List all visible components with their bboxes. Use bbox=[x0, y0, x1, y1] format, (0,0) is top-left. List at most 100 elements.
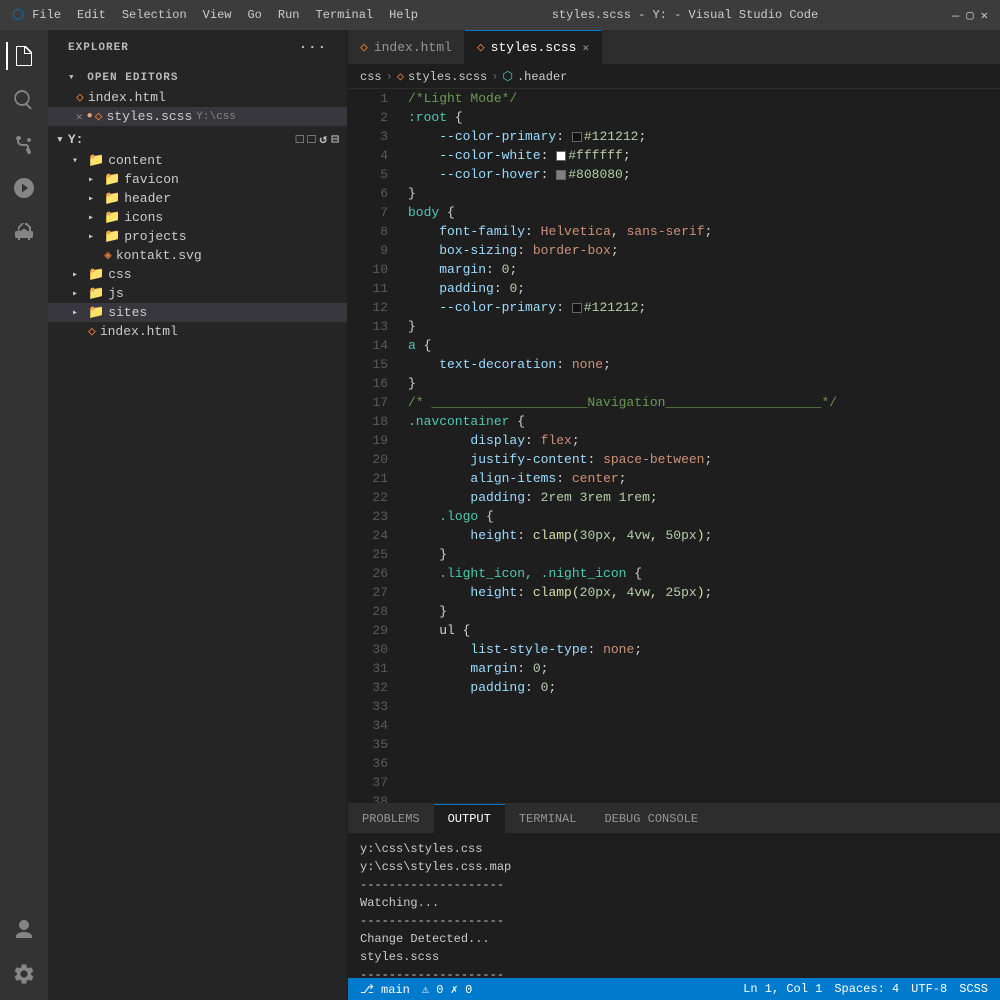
activity-bar bbox=[0, 30, 48, 1000]
line-number-12: 12 bbox=[356, 298, 388, 317]
header-folder[interactable]: 📁 header bbox=[48, 189, 347, 208]
menu-file[interactable]: File bbox=[32, 8, 61, 22]
header-folder-icon: 📁 bbox=[104, 191, 120, 206]
favicon-folder-label: favicon bbox=[124, 172, 179, 187]
line-number-6: 6 bbox=[356, 184, 388, 203]
y-header-actions: □ □ ↺ ⊟ bbox=[296, 132, 339, 147]
content-folder-arrow bbox=[72, 155, 88, 167]
kontakt-svg-file[interactable]: ◈ kontakt.svg bbox=[48, 246, 347, 265]
icons-folder[interactable]: 📁 icons bbox=[48, 208, 347, 227]
line-number-5: 5 bbox=[356, 165, 388, 184]
content-folder-label: content bbox=[108, 153, 163, 168]
panel-tab-terminal[interactable]: TERMINAL bbox=[505, 804, 591, 833]
collapse-icon[interactable]: ⊟ bbox=[331, 132, 339, 147]
line-number-15: 15 bbox=[356, 355, 388, 374]
menu-selection[interactable]: Selection bbox=[122, 8, 187, 22]
line-number-25: 25 bbox=[356, 545, 388, 564]
title-bar-left: ⬡ File Edit Selection View Go Run Terminal Help bbox=[12, 7, 418, 24]
explorer-icon[interactable] bbox=[6, 38, 42, 74]
y-folder-label: Y: bbox=[68, 132, 84, 147]
open-editors-header[interactable]: Open Editors bbox=[48, 66, 347, 88]
code-line-13: --color-primary: #121212; bbox=[408, 298, 988, 317]
code-line-24: align-items: center; bbox=[408, 469, 988, 488]
vscode-icon: ⬡ bbox=[12, 7, 24, 24]
css-folder[interactable]: 📁 css bbox=[48, 265, 347, 284]
menu-go[interactable]: Go bbox=[247, 8, 261, 22]
menu-edit[interactable]: Edit bbox=[77, 8, 106, 22]
projects-folder-label: projects bbox=[124, 229, 186, 244]
panel-tab-output[interactable]: OUTPUT bbox=[434, 804, 505, 833]
status-lang[interactable]: SCSS bbox=[959, 982, 988, 996]
favicon-folder[interactable]: 📁 favicon bbox=[48, 170, 347, 189]
dirty-indicator: ● bbox=[87, 111, 93, 122]
window-title: styles.scss - Y: - Visual Studio Code bbox=[552, 8, 818, 22]
code-line-6: } bbox=[408, 184, 988, 203]
status-spaces[interactable]: Spaces: 4 bbox=[834, 982, 899, 996]
activity-bar-bottom bbox=[6, 912, 42, 1000]
content-folder[interactable]: 📁 content bbox=[48, 151, 347, 170]
sidebar-header: Explorer ··· bbox=[48, 30, 347, 66]
line-number-31: 31 bbox=[356, 659, 388, 678]
account-icon[interactable] bbox=[6, 912, 42, 948]
panel-tabs: PROBLEMS OUTPUT TERMINAL DEBUG CONSOLE bbox=[348, 804, 1000, 834]
open-editor-index-html[interactable]: ◇ index.html bbox=[48, 88, 347, 107]
code-editor[interactable]: 1234567891011121314151617181920212223242… bbox=[348, 89, 1000, 803]
tab-styles-scss[interactable]: ◇ styles.scss ✕ bbox=[465, 30, 602, 64]
js-folder[interactable]: 📁 js bbox=[48, 284, 347, 303]
panel-tab-debug[interactable]: DEBUG CONSOLE bbox=[590, 804, 712, 833]
menu-view[interactable]: View bbox=[203, 8, 232, 22]
status-errors[interactable]: ⚠ 0 ✗ 0 bbox=[422, 982, 472, 997]
source-control-icon[interactable] bbox=[6, 126, 42, 162]
line-number-32: 32 bbox=[356, 678, 388, 697]
open-editor-styles-scss[interactable]: ✕ ● ◇ styles.scss Y:\css bbox=[48, 107, 347, 126]
code-line-1: /*Light Mode*/ bbox=[408, 89, 988, 108]
ellipsis-icon[interactable]: ··· bbox=[299, 40, 327, 56]
icons-folder-label: icons bbox=[124, 210, 163, 225]
tab-index-html[interactable]: ◇ index.html bbox=[348, 30, 465, 64]
status-right: Ln 1, Col 1 Spaces: 4 UTF-8 SCSS bbox=[743, 982, 988, 996]
breadcrumb-scss: ◇ bbox=[397, 69, 404, 84]
html-file-icon: ◇ bbox=[76, 90, 84, 105]
code-line-17: text-decoration: none; bbox=[408, 355, 988, 374]
y-folder-header[interactable]: Y: □ □ ↺ ⊟ bbox=[48, 128, 347, 151]
title-bar: ⬡ File Edit Selection View Go Run Terminal Help… bbox=[0, 0, 1000, 30]
code-line-22: display: flex; bbox=[408, 431, 988, 450]
run-debug-icon[interactable] bbox=[6, 170, 42, 206]
index-html-file[interactable]: ◇ index.html bbox=[48, 322, 347, 341]
menu-help[interactable]: Help bbox=[389, 8, 418, 22]
panel-line: Change Detected... bbox=[360, 930, 988, 948]
menu-terminal[interactable]: Terminal bbox=[316, 8, 374, 22]
line-number-11: 11 bbox=[356, 279, 388, 298]
menu-run[interactable]: Run bbox=[278, 8, 300, 22]
y-folder-header-left: Y: bbox=[56, 132, 83, 147]
index-html-label: index.html bbox=[100, 324, 178, 339]
projects-folder[interactable]: 📁 projects bbox=[48, 227, 347, 246]
sidebar: Explorer ··· Open Editors ◇ index.html ✕… bbox=[48, 30, 348, 1000]
sites-folder[interactable]: 📁 sites bbox=[48, 303, 347, 322]
status-encoding[interactable]: UTF-8 bbox=[911, 982, 947, 996]
status-branch[interactable]: ⎇ main bbox=[360, 982, 410, 997]
line-number-34: 34 bbox=[356, 716, 388, 735]
code-line-35: ul { bbox=[408, 621, 988, 640]
search-icon[interactable] bbox=[6, 82, 42, 118]
new-folder-icon[interactable]: □ bbox=[308, 132, 316, 147]
line-number-16: 16 bbox=[356, 374, 388, 393]
tab-scss-close[interactable]: ✕ bbox=[583, 41, 590, 55]
code-line-10: box-sizing: border-box; bbox=[408, 241, 988, 260]
settings-icon[interactable] bbox=[6, 956, 42, 992]
js-folder-icon: 📁 bbox=[88, 286, 104, 301]
line-number-23: 23 bbox=[356, 507, 388, 526]
new-file-icon[interactable]: □ bbox=[296, 132, 304, 147]
code-content[interactable]: /*Light Mode*/:root { --color-primary: #… bbox=[396, 89, 1000, 803]
panel-tab-problems[interactable]: PROBLEMS bbox=[348, 804, 434, 833]
code-line-2: :root { bbox=[408, 108, 988, 127]
projects-folder-icon: 📁 bbox=[104, 229, 120, 244]
code-lines: 1234567891011121314151617181920212223242… bbox=[348, 89, 1000, 803]
panel-line: -------------------- bbox=[360, 966, 988, 978]
close-tab-icon[interactable]: ✕ bbox=[76, 110, 83, 124]
window-controls: — ▢ ✕ bbox=[952, 8, 988, 23]
extensions-icon[interactable] bbox=[6, 214, 42, 250]
refresh-icon[interactable]: ↺ bbox=[319, 132, 327, 147]
line-number-18: 18 bbox=[356, 412, 388, 431]
status-ln-col[interactable]: Ln 1, Col 1 bbox=[743, 982, 822, 996]
